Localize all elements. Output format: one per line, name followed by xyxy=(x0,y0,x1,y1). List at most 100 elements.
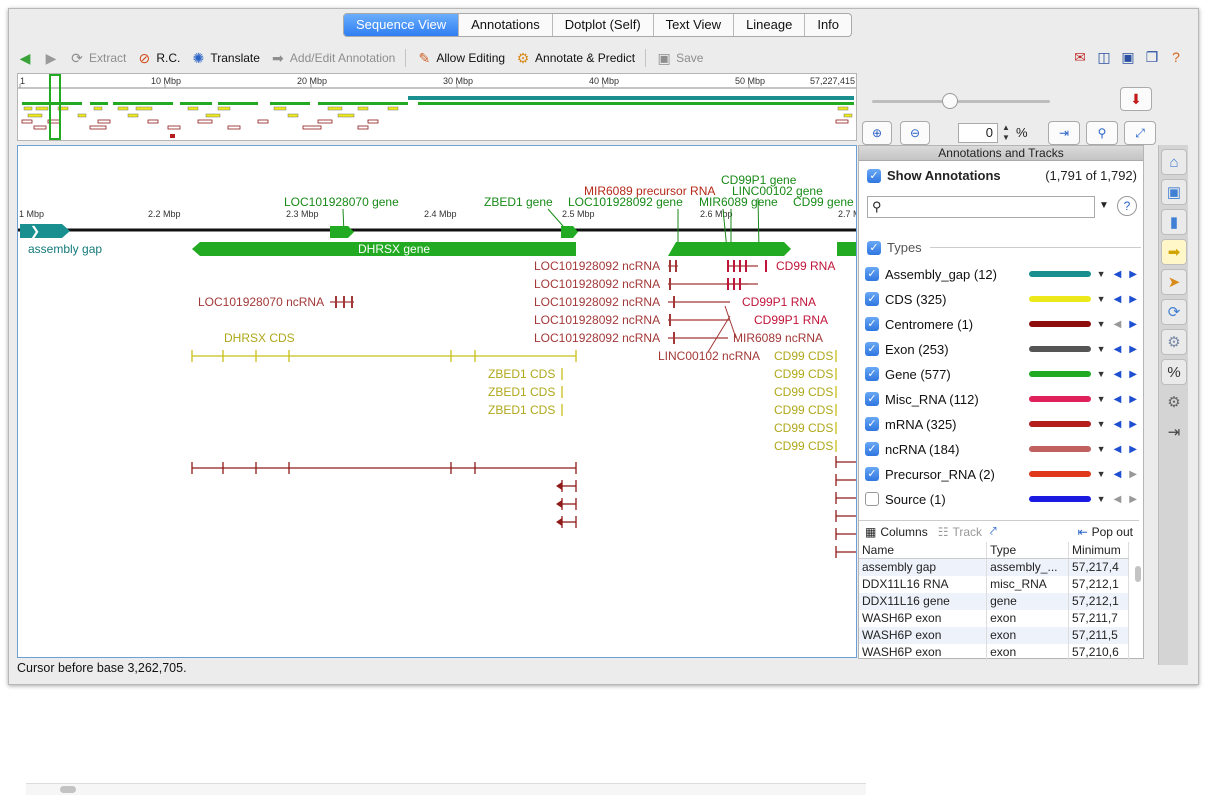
prev-annotation-icon[interactable]: ◀ xyxy=(1114,419,1122,430)
chevron-down-icon[interactable]: ▼ xyxy=(1097,269,1106,279)
next-annotation-icon[interactable]: ▶ xyxy=(1129,344,1137,355)
type-checkbox[interactable]: ✓ xyxy=(865,292,879,306)
prev-annotation-icon[interactable]: ◀ xyxy=(1114,369,1122,380)
type-row-misc-rna[interactable]: ✓ Misc_RNA (112) ▼ ◀ ▶ xyxy=(865,389,1137,409)
zoom-slider-track[interactable] xyxy=(872,100,1050,103)
column-header-minimum[interactable]: Minimum xyxy=(1068,542,1129,559)
table-row[interactable]: WASH6P exon exon 57,210,6 xyxy=(859,643,1129,661)
collapse-panel-icon[interactable]: ⇥ xyxy=(1161,419,1187,445)
show-annotations-checkbox[interactable]: ✓ xyxy=(867,168,881,183)
color-swatch[interactable] xyxy=(1028,496,1091,502)
annotations-arrow-icon[interactable]: ➡ xyxy=(1161,239,1187,265)
allow-editing-button[interactable]: ✎ Allow Editing xyxy=(416,50,505,66)
mail-icon[interactable]: ✉ xyxy=(1072,49,1088,65)
tab-text-view[interactable]: Text View xyxy=(654,14,735,36)
prev-annotation-icon[interactable]: ◀ xyxy=(1114,444,1122,455)
table-row[interactable]: DDX11L16 RNA misc_RNA 57,212,1 xyxy=(859,575,1129,593)
table-row[interactable]: WASH6P exon exon 57,211,7 xyxy=(859,609,1129,627)
search-options-dropdown[interactable]: ▼ xyxy=(1099,200,1109,211)
next-annotation-icon[interactable]: ▶ xyxy=(1129,319,1137,330)
refresh-icon[interactable]: ⟳ xyxy=(1161,299,1187,325)
type-checkbox[interactable]: ✓ xyxy=(865,417,879,431)
bar-chart-icon[interactable]: ▮ xyxy=(1161,209,1187,235)
add-edit-annotation-button[interactable]: ➡ Add/Edit Annotation xyxy=(270,50,395,66)
sequence-panel[interactable]: 1 Mbp 2.2 Mbp 2.3 Mbp 2.4 Mbp 2.5 Mbp 2.… xyxy=(17,145,866,795)
track-button[interactable]: Track xyxy=(952,525,982,539)
type-checkbox[interactable]: ✓ xyxy=(865,267,879,281)
help-icon[interactable]: ? xyxy=(1168,49,1184,65)
zoom-to-base-button[interactable]: ⚲ xyxy=(1086,121,1118,145)
monitor-icon[interactable]: ▣ xyxy=(1161,179,1187,205)
export-button[interactable]: ⬇ xyxy=(1120,87,1152,111)
track-icon[interactable]: ☷ xyxy=(938,525,949,539)
popout-icon[interactable]: ⇤ xyxy=(1078,525,1088,539)
home-icon[interactable]: ⌂ xyxy=(1161,149,1187,175)
popout-window-icon[interactable]: ❐ xyxy=(1144,49,1160,65)
type-checkbox[interactable]: ✓ xyxy=(865,467,879,481)
prev-annotation-icon[interactable]: ◀ xyxy=(1114,344,1122,355)
next-annotation-icon[interactable]: ▶ xyxy=(1129,269,1137,280)
columns-button[interactable]: Columns xyxy=(880,525,927,539)
percent-icon[interactable]: % xyxy=(1161,359,1187,385)
chevron-down-icon[interactable]: ▼ xyxy=(1097,344,1106,354)
next-annotation-icon[interactable]: ▶ xyxy=(1129,469,1137,480)
prev-annotation-icon[interactable]: ◀ xyxy=(1114,294,1122,305)
scrollbar-thumb[interactable] xyxy=(1135,566,1141,582)
type-row-exon[interactable]: ✓ Exon (253) ▼ ◀ ▶ xyxy=(865,339,1137,359)
tab-annotations[interactable]: Annotations xyxy=(459,14,553,36)
help-icon[interactable]: ? xyxy=(1117,196,1137,216)
cd99p1-gene-feature[interactable] xyxy=(668,242,791,256)
popout-button[interactable]: Pop out xyxy=(1092,525,1133,539)
color-swatch[interactable] xyxy=(1028,396,1091,402)
next-annotation-icon[interactable]: ▶ xyxy=(1129,444,1137,455)
color-swatch[interactable] xyxy=(1028,346,1091,352)
type-row-source[interactable]: Source (1) ▼ ◀ ▶ xyxy=(865,489,1137,509)
color-swatch[interactable] xyxy=(1028,371,1091,377)
next-annotation-icon[interactable]: ▶ xyxy=(1129,369,1137,380)
type-row-centromere[interactable]: ✓ Centromere (1) ▼ ◀ ▶ xyxy=(865,314,1137,334)
table-row[interactable]: DDX11L16 gene gene 57,212,1 xyxy=(859,592,1129,610)
annotate-icon[interactable]: ➤ xyxy=(1161,269,1187,295)
prev-annotation-icon[interactable]: ◀ xyxy=(1114,394,1122,405)
color-swatch[interactable] xyxy=(1028,446,1091,452)
color-swatch[interactable] xyxy=(1028,296,1091,302)
window-icon[interactable]: ▣ xyxy=(1120,49,1136,65)
type-row-precursor-rna[interactable]: ✓ Precursor_RNA (2) ▼ ◀ ▶ xyxy=(865,464,1137,484)
tab-sequence-view[interactable]: Sequence View xyxy=(344,14,460,36)
zoom-slider-thumb[interactable] xyxy=(942,93,958,109)
type-checkbox[interactable]: ✓ xyxy=(865,317,879,331)
translate-button[interactable]: ✺ Translate xyxy=(190,50,259,66)
column-header-name[interactable]: Name xyxy=(859,542,988,559)
settings-icon[interactable]: ⚙ xyxy=(1161,329,1187,355)
type-checkbox[interactable]: ✓ xyxy=(865,342,879,356)
prev-annotation-icon[interactable]: ◀ xyxy=(1114,494,1122,505)
next-annotation-icon[interactable]: ▶ xyxy=(1129,294,1137,305)
reverse-complement-button[interactable]: ⊘ R.C. xyxy=(136,50,180,66)
color-swatch[interactable] xyxy=(1028,321,1091,327)
type-row-ncrna[interactable]: ✓ ncRNA (184) ▼ ◀ ▶ xyxy=(865,439,1137,459)
type-checkbox[interactable]: ✓ xyxy=(865,442,879,456)
table-scrollbar[interactable] xyxy=(1134,560,1142,660)
types-header[interactable]: ✓ Types xyxy=(867,240,1141,255)
zoom-stepper[interactable]: ▲ ▼ xyxy=(1002,123,1012,143)
type-row-cds[interactable]: ✓ CDS (325) ▼ ◀ ▶ xyxy=(865,289,1137,309)
back-button[interactable]: ◀ xyxy=(17,50,33,66)
assembly-gap-feature[interactable] xyxy=(20,224,70,238)
zoom-percent-field[interactable]: 0 xyxy=(958,123,998,143)
extract-button[interactable]: ⟳ Extract xyxy=(69,50,126,66)
save-button[interactable]: ▣ Save xyxy=(656,50,703,66)
type-checkbox[interactable]: ✓ xyxy=(865,392,879,406)
chevron-down-icon[interactable]: ▼ xyxy=(1097,419,1106,429)
column-header-type[interactable]: Type xyxy=(986,542,1070,559)
overview-panel[interactable]: 1 10 Mbp 20 Mbp 30 Mbp 40 Mbp 50 Mbp 57,… xyxy=(17,73,857,141)
zoom-out-button[interactable]: ⊖ xyxy=(900,121,930,145)
split-view-icon[interactable]: ◫ xyxy=(1096,49,1112,65)
columns-icon[interactable]: ▦ xyxy=(865,525,876,539)
export-table-icon[interactable]: ⤤ xyxy=(990,524,997,539)
color-swatch[interactable] xyxy=(1028,421,1091,427)
chevron-down-icon[interactable]: ▼ xyxy=(1097,319,1106,329)
type-checkbox[interactable] xyxy=(865,492,879,506)
fit-selection-button[interactable]: ⇥ xyxy=(1048,121,1080,145)
zbed1-gene-feature[interactable] xyxy=(561,226,578,238)
types-checkbox[interactable]: ✓ xyxy=(867,240,881,255)
